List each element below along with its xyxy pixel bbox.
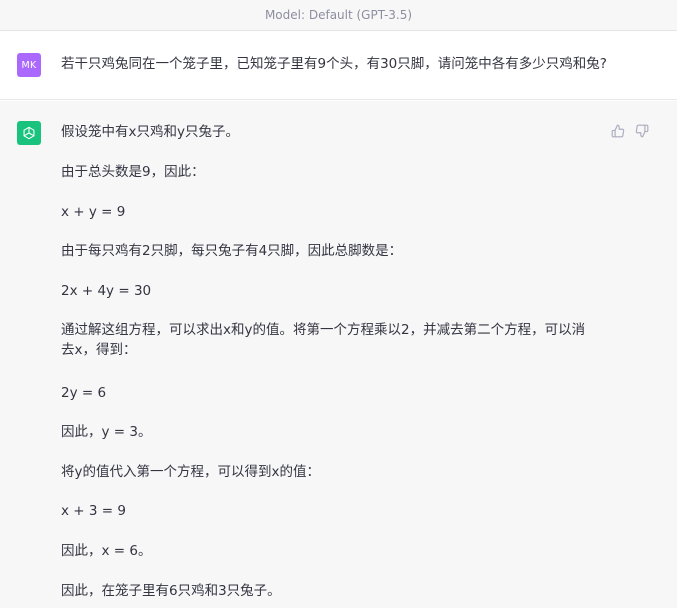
answer-paragraph: 因此，y = 3。	[61, 424, 152, 440]
answer-paragraph: 因此，在笼子里有6只鸡和3只兔子。	[61, 583, 281, 599]
user-avatar-initials: MK	[21, 59, 37, 71]
openai-logo-icon	[17, 121, 41, 145]
answer-equation: x + y = 9	[61, 204, 126, 220]
answer-equation: 2y = 6	[61, 385, 107, 401]
user-avatar: MK	[17, 53, 41, 77]
answer-paragraph: 由于总头数是9，因此：	[61, 164, 205, 180]
answer-equation: 2x + 4y = 30	[61, 283, 152, 299]
assistant-message-row: 假设笼中有x只鸡和y只兔子。 由于总头数是9，因此： x + y = 9 由于每…	[0, 101, 677, 608]
model-info-bar: Model: Default (GPT-3.5)	[0, 0, 677, 31]
thumbs-down-icon[interactable]	[635, 124, 649, 138]
answer-paragraph: 通过解这组方程，可以求出x和y的值。将第一个方程乘以2，并减去第二个方程，可以消…	[61, 322, 586, 358]
model-label: Model: Default (GPT-3.5)	[264, 8, 413, 22]
user-message-text: 若干只鸡兔同在一个笼子里，已知笼子里有9个头，有30只脚，请问笼中各有多少只鸡和…	[61, 56, 607, 72]
answer-paragraph: 将y的值代入第一个方程，可以得到x的值：	[61, 464, 320, 480]
user-message-row: MK 若干只鸡兔同在一个笼子里，已知笼子里有9个头，有30只脚，请问笼中各有多少…	[0, 32, 677, 100]
answer-paragraph: 假设笼中有x只鸡和y只兔子。	[61, 124, 239, 140]
chat-page: Model: Default (GPT-3.5) MK 若干只鸡兔同在一个笼子里…	[0, 0, 677, 608]
feedback-buttons	[611, 124, 649, 138]
answer-paragraph: 因此，x = 6。	[61, 543, 152, 559]
answer-equation: x + 3 = 9	[61, 503, 126, 519]
answer-paragraph: 由于每只鸡有2只脚，每只兔子有4只脚，因此总脚数是：	[61, 243, 403, 259]
thumbs-up-icon[interactable]	[611, 124, 625, 138]
